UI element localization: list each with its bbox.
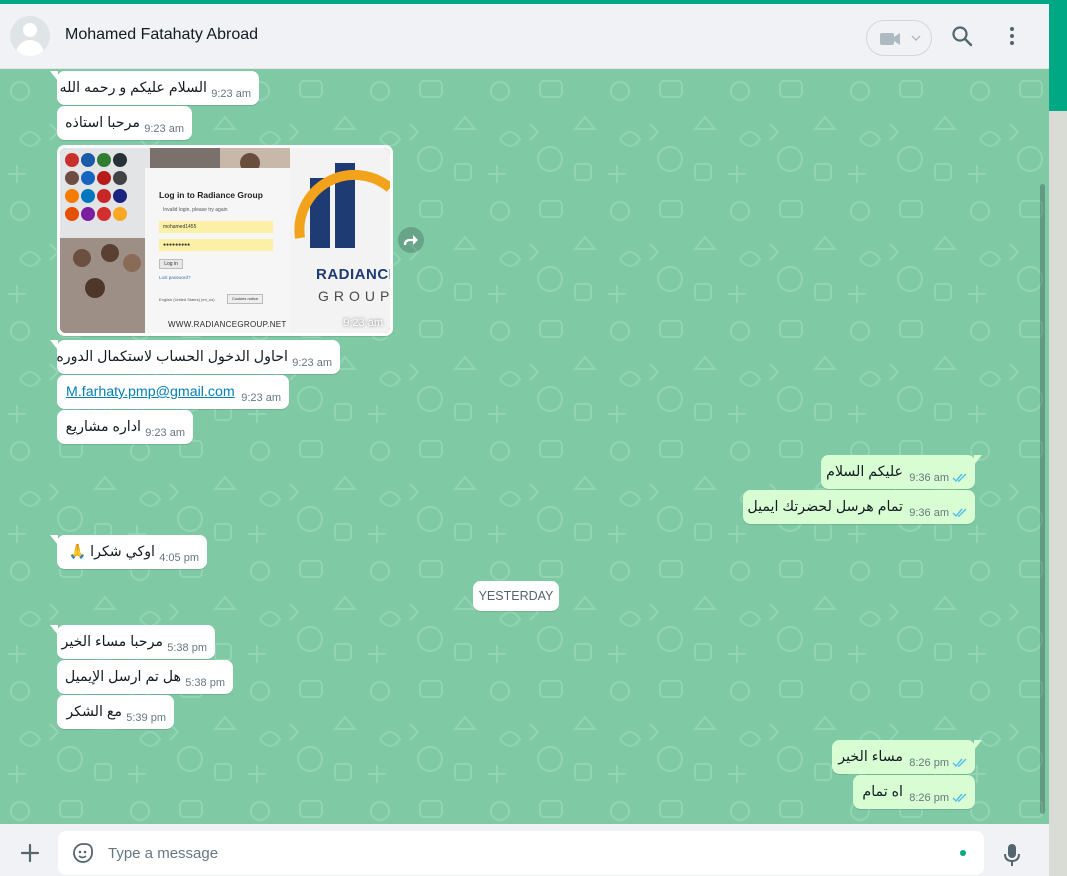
brand-bottom: GROUP — [318, 288, 390, 304]
message-time: 9:23 am — [144, 123, 184, 135]
message-text: عليكم السلام — [826, 464, 903, 480]
message-time: 8:26 pm — [909, 792, 949, 804]
email-link[interactable]: M.farhaty.pmp@gmail.com — [66, 384, 235, 400]
image-thumbnail[interactable]: Log in to Radiance Group Invalid login, … — [60, 148, 390, 333]
incoming-message[interactable]: السلام عليكم و رحمه الله 9:23 am — [50, 71, 259, 105]
video-call-icon — [880, 33, 900, 45]
cookies-button: Cookies notice — [227, 294, 263, 304]
sticker-icon[interactable] — [72, 842, 94, 864]
outgoing-message[interactable]: اه تمام 8:26 pm — [853, 775, 975, 809]
website-caption: WWW.RADIANCEGROUP.NET — [168, 320, 287, 329]
message-text: مع الشكر — [66, 704, 122, 720]
outgoing-message[interactable]: مساء الخير 8:26 pm — [832, 740, 982, 774]
bubble-tail — [974, 455, 982, 465]
message-text: السلام عليكم و رحمه الله — [59, 80, 207, 96]
avatar-icon[interactable] — [10, 16, 50, 56]
message-time: 5:38 pm — [167, 642, 207, 654]
username-field: mohamed1455 — [159, 221, 273, 233]
search-icon[interactable] — [950, 24, 974, 48]
message-time: 5:38 pm — [185, 677, 225, 689]
status-dot — [960, 850, 966, 856]
incoming-message[interactable]: اداره مشاريع 9:23 am — [57, 410, 193, 444]
menu-icon[interactable] — [1000, 24, 1024, 48]
brand-top: RADIANCE — [316, 266, 390, 283]
message-text: اداره مشاريع — [65, 419, 141, 435]
message-input[interactable] — [108, 831, 948, 875]
plus-icon[interactable] — [18, 841, 42, 865]
message-text: مرحبا استاذه — [65, 115, 140, 131]
video-call-button[interactable] — [866, 20, 932, 56]
message-time: 9:23 am — [241, 392, 281, 404]
chat-window: Mohamed Fatahaty Abroad السلام عليكم و ر… — [0, 4, 1049, 876]
contact-name[interactable]: Mohamed Fatahaty Abroad — [65, 26, 258, 44]
message-time: 9:23 am — [343, 317, 383, 329]
outgoing-message[interactable]: عليكم السلام 9:36 am — [821, 455, 982, 489]
read-receipt-icon — [952, 508, 967, 518]
incoming-message[interactable]: مع الشكر 5:39 pm — [57, 695, 174, 729]
chat-header: Mohamed Fatahaty Abroad — [0, 4, 1049, 69]
read-receipt-icon — [952, 793, 967, 803]
message-time: 9:36 am — [909, 472, 949, 484]
incoming-message[interactable]: اوكي شكرا 🙏 4:05 pm — [50, 535, 207, 569]
message-text: اه تمام — [862, 784, 903, 800]
message-text: احاول الدخول الحساب لاستكمال الدوره — [56, 349, 288, 365]
read-receipt-icon — [952, 758, 967, 768]
forward-button[interactable] — [398, 227, 424, 253]
incoming-message[interactable]: مرحبا مساء الخير 5:38 pm — [50, 625, 215, 659]
outgoing-message[interactable]: تمام هرسل لحضرتك ايميل 9:36 am — [743, 490, 975, 524]
read-receipt-icon — [952, 473, 967, 483]
message-text: هل تم ارسل الإيميل — [64, 669, 181, 685]
incoming-message[interactable]: مرحبا استاذه 9:23 am — [57, 106, 192, 140]
incoming-message[interactable]: M.farhaty.pmp@gmail.com 9:23 am — [57, 375, 289, 409]
right-gutter — [1049, 111, 1067, 876]
message-list[interactable]: السلام عليكم و رحمه الله 9:23 am مرحبا ا… — [0, 69, 1049, 824]
incoming-message[interactable]: هل تم ارسل الإيميل 5:38 pm — [57, 660, 233, 694]
scrollbar[interactable] — [1040, 184, 1045, 814]
date-separator: YESTERDAY — [473, 581, 559, 611]
image-message[interactable]: Log in to Radiance Group Invalid login, … — [57, 145, 393, 336]
login-hint: Invalid login, please try again — [163, 207, 228, 213]
message-time: 8:26 pm — [909, 757, 949, 769]
message-text: تمام هرسل لحضرتك ايميل — [747, 499, 903, 515]
bubble-tail — [50, 535, 58, 545]
message-text: مساء الخير — [838, 749, 903, 765]
message-input-box[interactable] — [58, 831, 984, 875]
message-time: 9:23 am — [211, 88, 251, 100]
compose-bar — [0, 824, 1049, 876]
login-button: Log in — [159, 259, 183, 269]
bubble-tail — [50, 625, 58, 635]
incoming-message[interactable]: احاول الدخول الحساب لاستكمال الدوره 9:23… — [50, 340, 340, 374]
bubble-tail — [974, 740, 982, 750]
message-text: اوكي شكرا 🙏 — [68, 544, 155, 560]
language-select: English (United States) (en_us) — [159, 297, 215, 302]
avatar-head — [23, 23, 37, 37]
password-field: ●●●●●●●●● — [159, 239, 273, 251]
right-accent-bar — [1049, 4, 1067, 111]
message-text: مرحبا مساء الخير — [61, 634, 163, 650]
lost-password-link: Lost password? — [159, 275, 191, 280]
login-title: Log in to Radiance Group — [159, 190, 263, 200]
message-time: 5:39 pm — [126, 712, 166, 724]
bubble-tail — [50, 71, 58, 81]
message-time: 9:23 am — [145, 427, 185, 439]
message-time: 9:23 am — [292, 357, 332, 369]
avatar-body — [16, 40, 44, 56]
message-time: 4:05 pm — [159, 552, 199, 564]
chevron-down-icon — [911, 35, 921, 41]
message-time: 9:36 am — [909, 507, 949, 519]
forward-icon — [403, 235, 418, 246]
mic-icon[interactable] — [1003, 843, 1021, 867]
